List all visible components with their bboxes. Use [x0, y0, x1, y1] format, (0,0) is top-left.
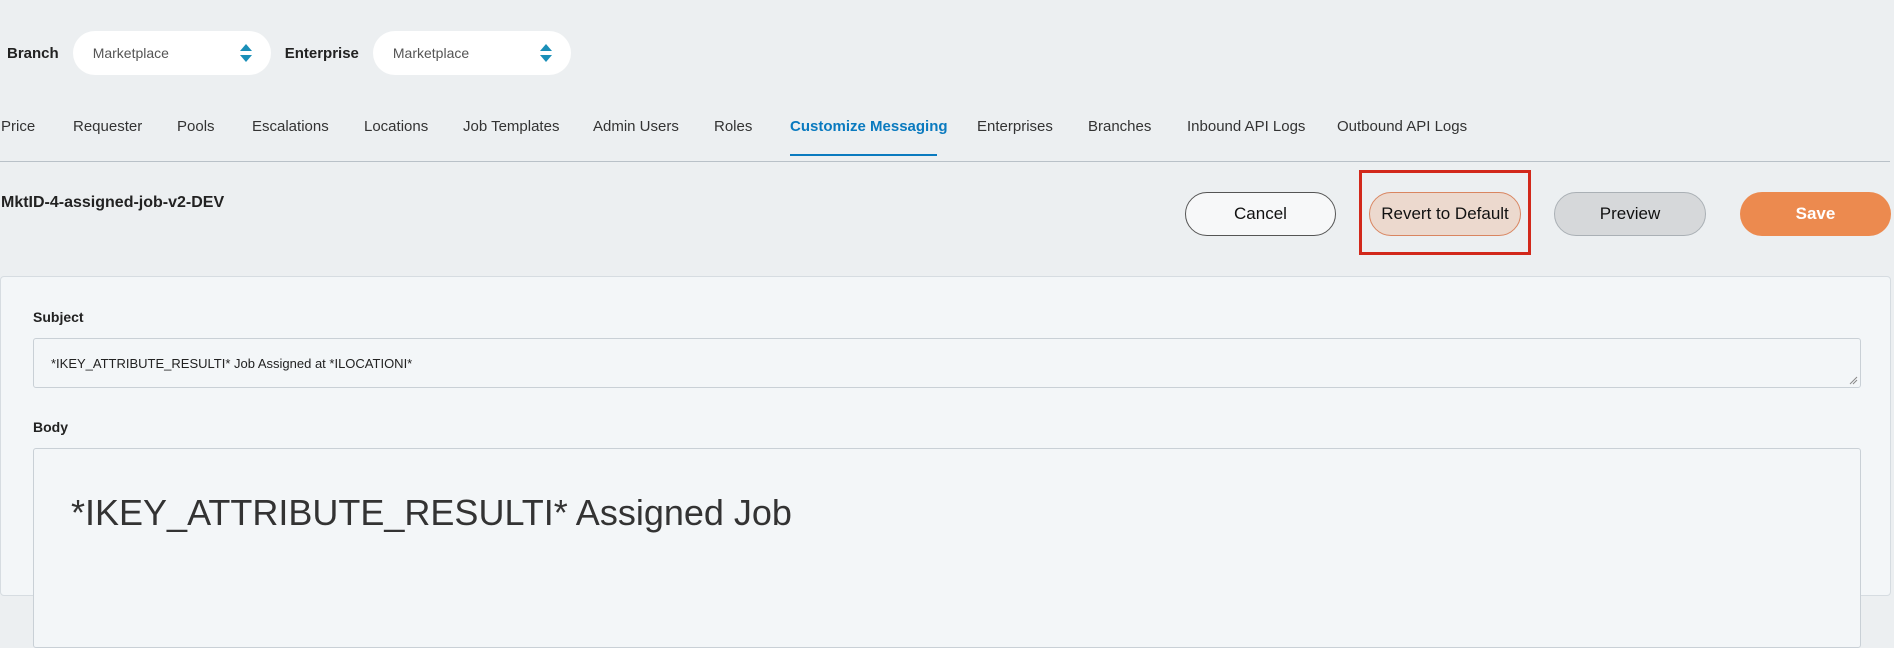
tab-branches[interactable]: Branches — [1088, 118, 1151, 135]
tab-enterprises[interactable]: Enterprises — [977, 118, 1053, 135]
resize-grip-icon[interactable] — [1848, 375, 1858, 385]
message-editor-panel: Subject *IKEY_ATTRIBUTE_RESULTI* Job Ass… — [0, 276, 1891, 648]
tab-inbound-api-logs[interactable]: Inbound API Logs — [1187, 118, 1305, 135]
branch-label: Branch — [7, 44, 59, 62]
highlight-box — [1359, 170, 1531, 255]
tab-pools[interactable]: Pools — [177, 118, 215, 135]
up-down-arrows-icon — [539, 44, 552, 62]
enterprise-select-value: Marketplace — [392, 45, 470, 61]
body-editor[interactable]: *IKEY_ATTRIBUTE_RESULTI* Assigned Job — [33, 448, 1861, 648]
preview-button[interactable]: Preview — [1554, 192, 1706, 236]
save-button[interactable]: Save — [1740, 192, 1891, 236]
tab-job-templates[interactable]: Job Templates — [463, 118, 559, 135]
body-label: Body — [33, 419, 68, 435]
tab-customize-messaging[interactable]: Customize Messaging — [790, 118, 948, 135]
template-name: MktID-4-assigned-job-v2-DEV — [1, 194, 225, 211]
body-heading: *IKEY_ATTRIBUTE_RESULTI* Assigned Job — [71, 492, 792, 533]
tab-locations[interactable]: Locations — [364, 118, 428, 135]
subject-value: *IKEY_ATTRIBUTE_RESULTI* Job Assigned at… — [51, 356, 413, 371]
subject-field[interactable]: *IKEY_ATTRIBUTE_RESULTI* Job Assigned at… — [33, 338, 1861, 388]
tab-bar: Price Requester Pools Escalations Locati… — [0, 104, 1890, 162]
tab-roles[interactable]: Roles — [714, 118, 752, 135]
tab-price[interactable]: Price — [1, 118, 35, 135]
tab-admin-users[interactable]: Admin Users — [593, 118, 679, 135]
tab-escalations[interactable]: Escalations — [252, 118, 329, 135]
enterprise-select[interactable]: Marketplace — [372, 31, 571, 75]
up-down-arrows-icon — [239, 44, 252, 62]
cancel-button[interactable]: Cancel — [1185, 192, 1336, 236]
tab-outbound-api-logs[interactable]: Outbound API Logs — [1337, 118, 1467, 135]
filter-bar: Branch Marketplace Enterprise Marketplac… — [0, 31, 571, 75]
enterprise-label: Enterprise — [284, 44, 359, 62]
branch-select-value: Marketplace — [92, 45, 169, 61]
tab-requester[interactable]: Requester — [73, 118, 142, 135]
branch-select[interactable]: Marketplace — [72, 31, 271, 75]
active-tab-indicator — [790, 154, 937, 156]
subject-label: Subject — [33, 309, 84, 325]
